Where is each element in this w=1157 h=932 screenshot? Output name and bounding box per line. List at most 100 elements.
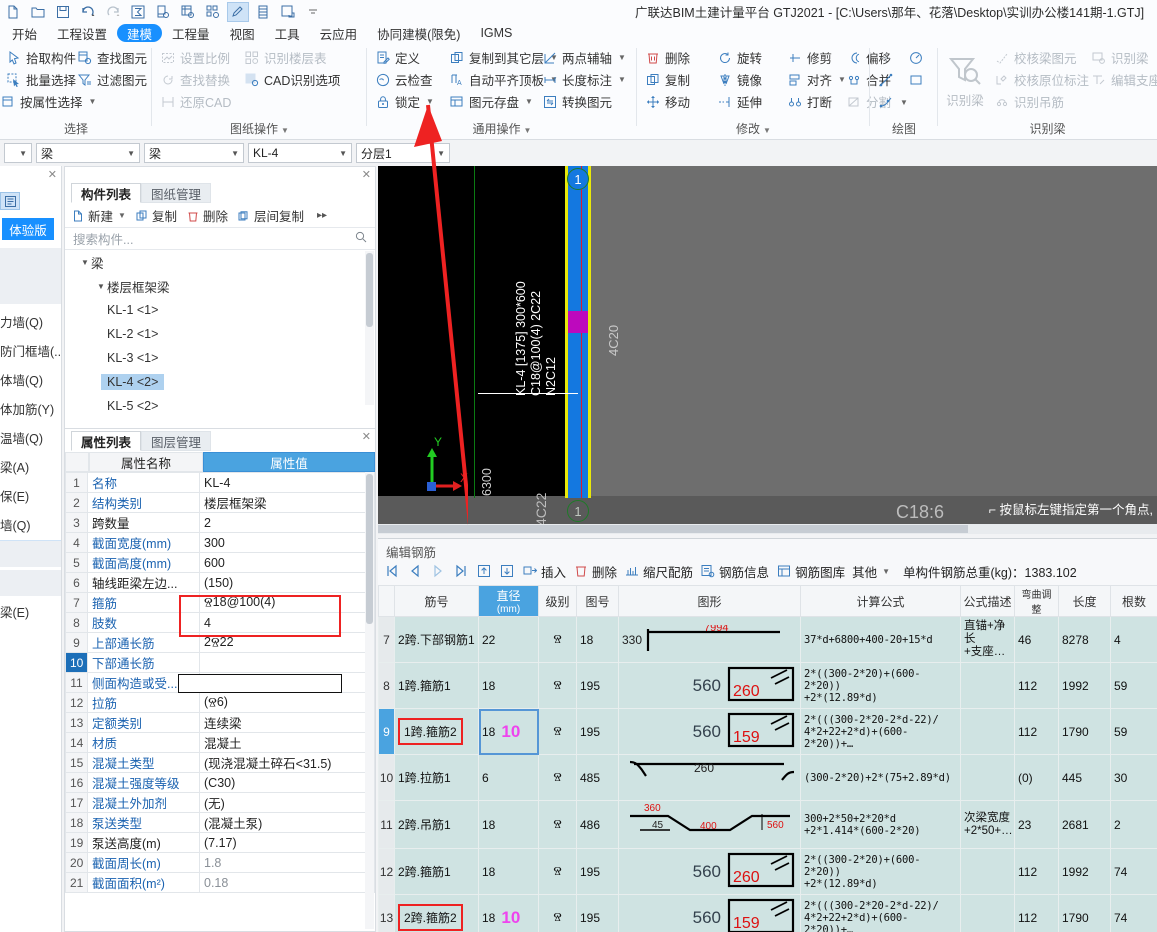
menu-tab-7[interactable]: 协同建模(限免) (367, 24, 470, 42)
property-row[interactable]: 2 结构类别 楼层框架梁 (65, 492, 375, 513)
ribbon-extend[interactable]: 延伸 (717, 92, 762, 111)
chevron-down-icon[interactable]: ▼ (882, 567, 890, 576)
tree-leaf-2[interactable]: KL-3 <1> (65, 346, 375, 370)
rebar-length[interactable]: 1790 (1058, 708, 1111, 755)
rebar-diameter[interactable]: 18 (478, 800, 539, 849)
subcategory-combo[interactable]: 梁 ▼ (144, 143, 244, 163)
ribbon-align[interactable]: 对齐 ▼ (787, 70, 846, 89)
tab-drawing-manage[interactable]: 图纸管理 (141, 183, 212, 203)
chevron-down-icon[interactable]: ▼ (618, 75, 626, 84)
th-shape[interactable]: 图形 (618, 585, 801, 617)
rebar-length[interactable]: 1992 (1058, 662, 1111, 709)
menu-tab-4[interactable]: 视图 (220, 24, 265, 42)
rebar-bar-no[interactable]: 1跨.箍筋2 (394, 708, 479, 755)
tree-leaf-1[interactable]: KL-2 <1> (65, 322, 375, 346)
more-icon[interactable] (302, 2, 324, 22)
rebar-formula[interactable]: 300+2*50+2*20*d +2*1.414*(600-2*20) (800, 800, 961, 849)
tree-leaf-4[interactable]: KL-5 <2> (65, 394, 375, 418)
ribbon-edit-support[interactable]: 编辑支座 (1091, 70, 1157, 89)
move-down-button[interactable] (499, 563, 515, 579)
property-value[interactable]: (混凝土泵) (199, 812, 375, 833)
rebar-bend-adjust[interactable]: 112 (1014, 894, 1059, 932)
property-row[interactable]: 1 名称 KL-4 (65, 472, 375, 493)
grid-bubble-1-bottom[interactable]: 1 (567, 500, 589, 522)
rebar-formula-desc[interactable] (960, 754, 1015, 801)
rebar-fig-no[interactable]: 195 (576, 848, 619, 895)
ribbon-filter-element[interactable]: 过滤图元 (77, 70, 147, 89)
property-value[interactable]: 2Ⱄ22 (199, 632, 375, 653)
nav-list-icon[interactable] (0, 192, 20, 210)
menu-tab-2[interactable]: 建模 (117, 24, 163, 42)
rebar-fig-no[interactable]: 486 (576, 800, 619, 849)
rebar-table-row[interactable]: 10 1跨.拉筋1 6 Ⱄ 485 260 (300-2*20)+2*(75+2.89*d)… (378, 754, 1157, 801)
th-formula-desc[interactable]: 公式描述 (960, 585, 1015, 617)
chevron-down-icon[interactable]: ▼ (281, 126, 289, 135)
rebar-table-row[interactable]: 12 2跨.箍筋1 18 Ⱄ 195 560 260 2*((300-2*20)+(600-2… (378, 848, 1157, 895)
scrollbar-thumb[interactable] (366, 253, 373, 327)
rebar-formula[interactable]: 2*((300-2*20)+(600-2*20)) +2*(12.89*d) (800, 848, 961, 895)
property-row[interactable]: 12 拉筋 (Ⱄ6) (65, 692, 375, 713)
property-row[interactable]: 20 截面周长(m) 1.8 (65, 852, 375, 873)
th-count[interactable]: 根数 (1110, 585, 1157, 617)
rebar-library-button[interactable]: 钢筋图库 (776, 562, 845, 581)
tree-leaf-0[interactable]: KL-1 <1> (65, 298, 375, 322)
property-value[interactable]: (现浇混凝土碎石<31.5) (199, 752, 375, 773)
chevron-down-icon[interactable]: ▼ (525, 97, 533, 106)
ribbon-recognize-beam-small[interactable]: 识别梁 (1091, 48, 1149, 67)
nav-item-5[interactable]: 梁(A) (0, 453, 61, 479)
ribbon-draw-rect[interactable] (908, 72, 924, 88)
rebar-formula-desc[interactable] (960, 662, 1015, 709)
rebar-formula-desc[interactable] (960, 708, 1015, 755)
recognize-beam-button[interactable]: 识别梁 (944, 52, 986, 109)
rebar-formula-desc[interactable] (960, 848, 1015, 895)
layer-icon[interactable] (252, 2, 274, 22)
ribbon-batch-select[interactable]: 批量选择 (6, 70, 76, 89)
menu-tab-1[interactable]: 工程设置 (47, 24, 117, 42)
property-value[interactable]: 4 (199, 612, 375, 633)
property-value[interactable] (199, 652, 375, 673)
close-icon[interactable]: ✕ (48, 168, 57, 181)
property-value[interactable]: 楼层框架梁 (199, 492, 375, 513)
property-row[interactable]: 4 截面宽度(mm) 300 (65, 532, 375, 553)
th-bend-adjust[interactable]: 弯曲调 整 (1014, 585, 1059, 617)
ribbon-break[interactable]: 打断 (787, 92, 832, 111)
chevron-down-icon[interactable]: ▼ (524, 126, 532, 135)
move-up-button[interactable] (476, 563, 492, 579)
rebar-count[interactable]: 74 (1110, 894, 1157, 932)
property-value[interactable]: 0.18 (199, 872, 375, 893)
rebar-shape[interactable]: 330 7994 (618, 616, 801, 663)
rebar-formula[interactable]: 2*(((300-2*20-2*d-22)/ 4*2+22+2*d)+(600-… (800, 708, 961, 755)
component-list-scrollbar[interactable] (365, 251, 374, 405)
component-combo[interactable]: KL-4 ▼ (248, 143, 352, 163)
th-diameter[interactable]: 直径 (mm) (478, 585, 539, 617)
th-formula[interactable]: 计算公式 (800, 585, 961, 617)
nav-item-3[interactable]: 体加筋(Y) (0, 395, 61, 421)
rebar-diameter[interactable]: 18 10 (478, 894, 539, 932)
tab-layer-manage[interactable]: 图层管理 (141, 431, 212, 451)
rebar-info-button[interactable]: 钢筋信息 (700, 562, 769, 581)
chevron-down-icon[interactable]: ▼ (95, 282, 107, 291)
property-value[interactable]: (无) (199, 792, 375, 813)
rebar-diameter[interactable]: 22 (478, 616, 539, 663)
property-row[interactable]: 19 泵送高度(m) (7.17) (65, 832, 375, 853)
menu-tab-5[interactable]: 工具 (265, 24, 310, 42)
chevron-down-icon[interactable]: ▼ (437, 149, 445, 158)
property-value[interactable]: 混凝土 (199, 732, 375, 753)
property-value[interactable]: 600 (199, 552, 375, 573)
ribbon-find-replace[interactable]: 查找替换 (160, 70, 230, 89)
rebar-fig-no[interactable]: 195 (576, 894, 619, 932)
rebar-bend-adjust[interactable]: 112 (1014, 848, 1059, 895)
ribbon-move[interactable]: 移动 (645, 92, 690, 111)
property-row[interactable]: 5 截面高度(mm) 600 (65, 552, 375, 573)
toolbar-overflow-button[interactable]: ▸▸ (317, 210, 327, 221)
ribbon-recognize-hanger[interactable]: 识别吊筋 (994, 92, 1064, 111)
property-value[interactable]: 300 (199, 532, 375, 553)
ribbon-copy[interactable]: 复制 (645, 70, 690, 89)
chevron-down-icon[interactable]: ▼ (339, 149, 347, 158)
rebar-diameter[interactable]: 18 10 (478, 708, 539, 755)
property-row[interactable]: 15 混凝土类型 (现浇混凝土碎石<31.5) (65, 752, 375, 773)
property-value[interactable]: (150) (199, 572, 375, 593)
rebar-diameter[interactable]: 6 (478, 754, 539, 801)
rebar-shape[interactable]: 560 260 (618, 662, 801, 709)
ribbon-delete[interactable]: 删除 (645, 48, 690, 67)
